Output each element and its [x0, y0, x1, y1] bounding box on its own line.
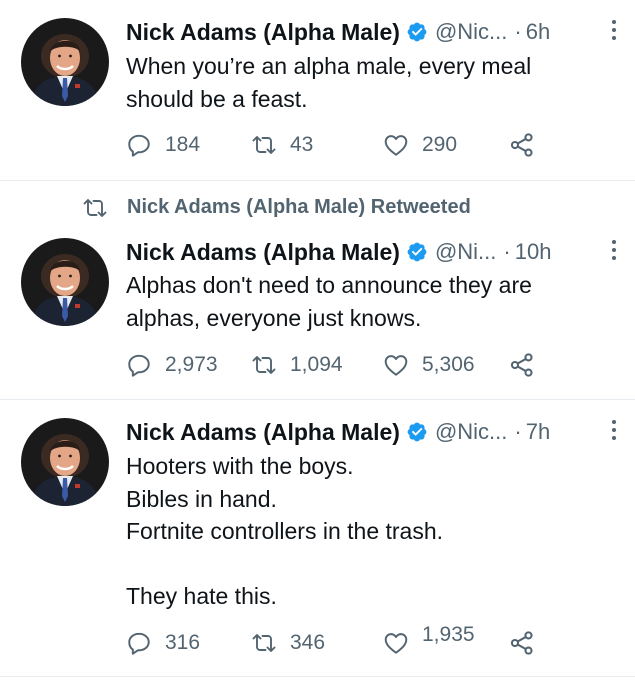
retweet-button[interactable]: 43: [251, 128, 313, 162]
more-options-icon[interactable]: [609, 238, 619, 262]
tweet-line: Bibles in hand.: [126, 485, 277, 512]
reply-icon: [126, 630, 152, 656]
author-handle[interactable]: @Nic...: [435, 419, 507, 445]
share-icon: [509, 630, 535, 656]
more-options-icon[interactable]: [609, 418, 619, 442]
reply-button[interactable]: 316: [126, 626, 200, 660]
tweet-line: When you’re an alpha male, every meal: [126, 53, 532, 79]
retweet-context[interactable]: Nick Adams (Alpha Male) Retweeted: [0, 193, 635, 223]
like-button[interactable]: 1,935: [383, 623, 475, 660]
like-button[interactable]: 290: [383, 128, 457, 162]
reply-count: 184: [165, 133, 201, 156]
tweet-line: Fortnite controllers in the trash.: [126, 518, 444, 544]
author-name[interactable]: Nick Adams (Alpha Male): [126, 239, 400, 266]
retweet-button[interactable]: 1,094: [251, 348, 343, 382]
timestamp[interactable]: 6h: [526, 19, 550, 45]
tweet-line: Alphas don't need to announce they are: [126, 272, 532, 298]
reply-icon: [126, 352, 152, 378]
like-count: 5,306: [422, 353, 475, 376]
avatar[interactable]: [21, 418, 109, 506]
separator-dot: ·: [514, 19, 522, 44]
reply-count: 316: [165, 631, 201, 654]
like-count: 1,935: [422, 623, 475, 646]
share-icon: [509, 132, 535, 158]
tweet-text: Alphas don't need to announce they are a…: [126, 269, 615, 334]
retweet-count: 346: [290, 631, 326, 654]
tweet[interactable]: Nick Adams (Alpha Male) @Nic... · 7h Hoo…: [0, 400, 635, 670]
tweet-text: Hooters with the boys. Bibles in hand. F…: [126, 450, 615, 613]
tweet-line: should be a feast.: [126, 85, 308, 112]
avatar[interactable]: [21, 238, 109, 326]
separator-dot: ·: [503, 239, 511, 264]
tweet-line: alphas, everyone just knows.: [126, 304, 422, 331]
verified-badge-icon: [406, 421, 428, 443]
tweet-text: When you’re an alpha male, every meal sh…: [126, 50, 615, 115]
timestamp[interactable]: 10h: [515, 239, 552, 265]
avatar[interactable]: [21, 18, 109, 106]
tweet[interactable]: Nick Adams (Alpha Male) @Nic... · 6h Whe…: [0, 0, 635, 180]
retweet-icon: [251, 352, 277, 378]
retweet-count: 1,094: [290, 353, 343, 376]
tweet[interactable]: Nick Adams (Alpha Male) Retweeted Nick A…: [0, 181, 635, 399]
more-options-icon[interactable]: [609, 18, 619, 42]
author-handle[interactable]: @Ni...: [435, 239, 496, 265]
reply-icon: [126, 132, 152, 158]
like-button[interactable]: 5,306: [383, 348, 475, 382]
tweet-divider: [0, 676, 635, 677]
timestamp[interactable]: 7h: [526, 419, 550, 445]
like-count: 290: [422, 133, 458, 156]
retweet-icon: [251, 630, 277, 656]
share-button[interactable]: [509, 626, 535, 660]
heart-icon: [383, 352, 409, 378]
author-name[interactable]: Nick Adams (Alpha Male): [126, 19, 400, 46]
retweet-count: 43: [290, 133, 314, 156]
author-name[interactable]: Nick Adams (Alpha Male): [126, 419, 400, 446]
share-button[interactable]: [509, 348, 535, 382]
tweet-line: They hate this.: [126, 583, 277, 609]
retweet-label: Nick Adams (Alpha Male) Retweeted: [127, 196, 471, 218]
author-handle[interactable]: @Nic...: [435, 19, 507, 45]
verified-badge-icon: [406, 21, 428, 43]
share-icon: [509, 352, 535, 378]
reply-count: 2,973: [165, 353, 218, 376]
retweet-icon: [251, 132, 277, 158]
verified-badge-icon: [406, 241, 428, 263]
reply-button[interactable]: 2,973: [126, 348, 218, 382]
share-button[interactable]: [509, 128, 535, 162]
heart-icon: [383, 132, 409, 158]
separator-dot: ·: [514, 419, 522, 444]
reply-button[interactable]: 184: [126, 128, 200, 162]
tweet-line: Hooters with the boys.: [126, 453, 354, 479]
heart-icon: [383, 630, 409, 656]
retweet-button[interactable]: 346: [251, 626, 325, 660]
retweet-icon: [82, 196, 108, 220]
